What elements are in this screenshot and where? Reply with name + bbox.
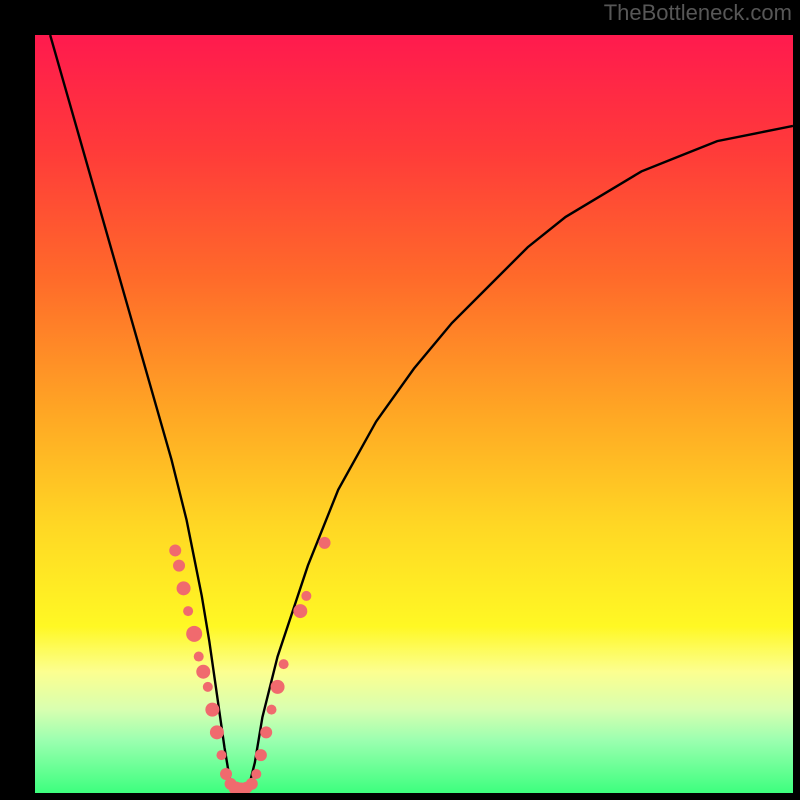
data-point	[210, 725, 224, 739]
data-point	[205, 703, 219, 717]
data-point	[293, 604, 307, 618]
bottleneck-curve	[50, 35, 793, 793]
data-point	[173, 560, 185, 572]
data-point	[216, 750, 226, 760]
data-point	[203, 682, 213, 692]
plot-area	[35, 35, 793, 793]
watermark-text: TheBottleneck.com	[604, 0, 792, 26]
data-point	[169, 544, 181, 556]
data-point	[186, 626, 202, 642]
data-points	[169, 537, 330, 793]
data-point	[177, 581, 191, 595]
chart-frame: TheBottleneck.com	[0, 0, 800, 800]
data-point	[271, 680, 285, 694]
data-point	[301, 591, 311, 601]
data-point	[279, 659, 289, 669]
data-point	[194, 652, 204, 662]
data-point	[260, 726, 272, 738]
data-point	[255, 749, 267, 761]
data-point	[183, 606, 193, 616]
data-point	[267, 705, 277, 715]
curve-svg	[35, 35, 793, 793]
data-point	[246, 778, 258, 790]
data-point	[319, 537, 331, 549]
data-point	[251, 769, 261, 779]
data-point	[196, 665, 210, 679]
